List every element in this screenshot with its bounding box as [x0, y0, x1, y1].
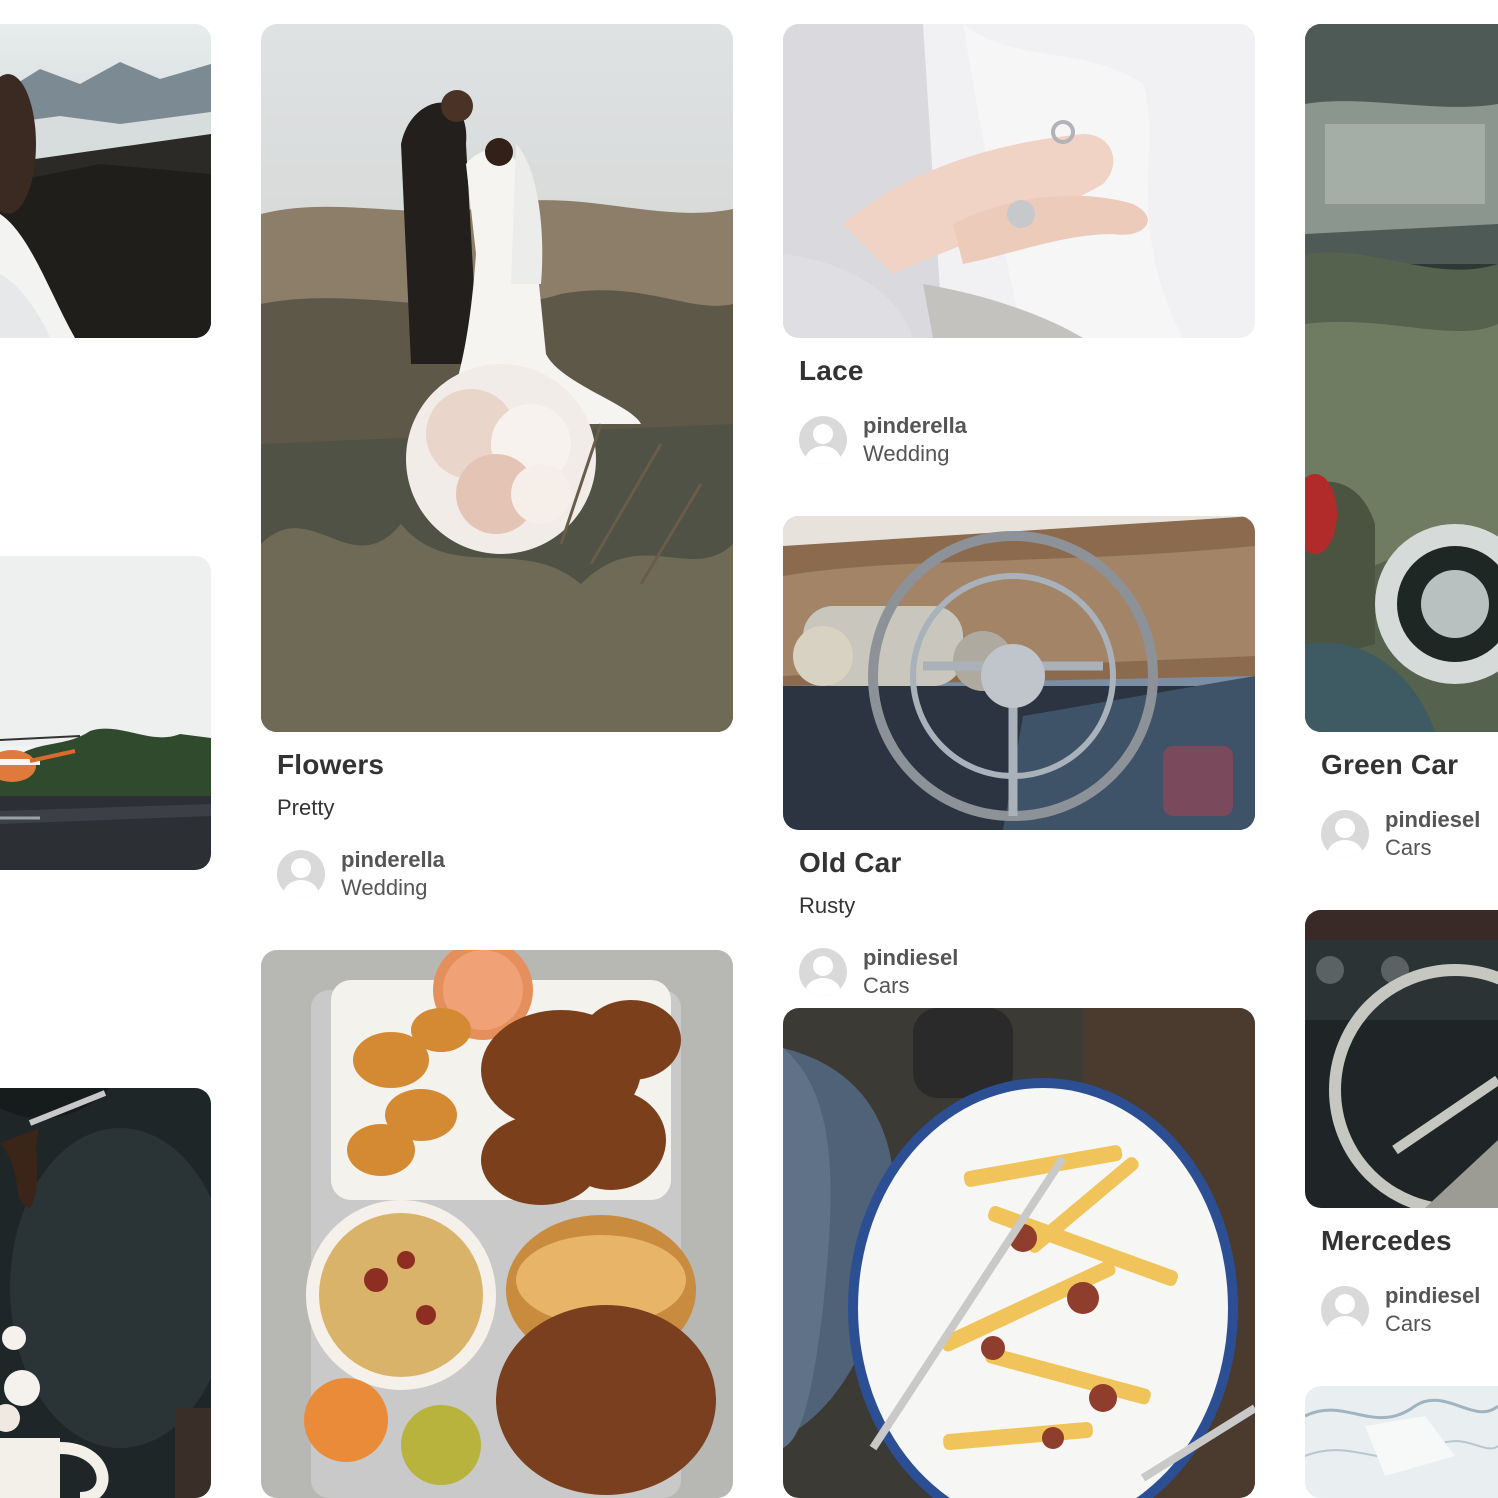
pin-description-flowers: Pretty — [277, 795, 335, 820]
pin-title-green-car[interactable]: Green Car — [1321, 749, 1458, 781]
pinner-board[interactable]: Wedding — [341, 874, 445, 902]
pin-title-old-car[interactable]: Old Car — [799, 847, 902, 879]
pin-grid: Flowers Pretty pinderella Wedding Lace p… — [0, 0, 1498, 1498]
pinner-name[interactable]: pindiesel — [1385, 806, 1480, 834]
pinner-name[interactable]: pindiesel — [1385, 1282, 1480, 1310]
pinner-board[interactable]: Cars — [863, 972, 958, 1000]
pinner-board[interactable]: Cars — [1385, 1310, 1480, 1338]
pin-image-helicopter[interactable] — [0, 556, 211, 870]
avatar-icon — [799, 416, 847, 464]
pin-title-lace[interactable]: Lace — [799, 355, 864, 387]
pinner-flowers[interactable]: pinderella Wedding — [277, 846, 445, 902]
pin-title-mercedes[interactable]: Mercedes — [1321, 1225, 1452, 1257]
pinner-name[interactable]: pinderella — [863, 412, 967, 440]
pinner-lace[interactable]: pinderella Wedding — [799, 412, 967, 468]
avatar-icon — [1321, 1286, 1369, 1334]
pinner-green-car[interactable]: pindiesel Cars — [1321, 806, 1480, 862]
pin-image-lace[interactable] — [783, 24, 1255, 338]
pin-image-marble[interactable] — [1305, 1386, 1498, 1498]
pin-image-old-car[interactable] — [783, 516, 1255, 830]
avatar-icon — [799, 948, 847, 996]
pinner-old-car[interactable]: pindiesel Cars — [799, 944, 958, 1000]
pin-image-green-car[interactable] — [1305, 24, 1498, 732]
pinner-board[interactable]: Cars — [1385, 834, 1480, 862]
pin-title-flowers[interactable]: Flowers — [277, 749, 384, 781]
pinner-board[interactable]: Wedding — [863, 440, 967, 468]
avatar-icon — [277, 850, 325, 898]
pin-image-flowers[interactable] — [261, 24, 733, 732]
pin-description-old-car: Rusty — [799, 893, 856, 918]
pinner-name[interactable]: pindiesel — [863, 944, 958, 972]
pinner-mercedes[interactable]: pindiesel Cars — [1321, 1282, 1480, 1338]
pin-image-mercedes[interactable] — [1305, 910, 1498, 1208]
pin-image-fried-chicken[interactable] — [261, 950, 733, 1498]
pin-image-wedding-mountain[interactable] — [0, 24, 211, 338]
pin-image-hot-chocolate[interactable] — [0, 1088, 211, 1498]
pinner-name[interactable]: pinderella — [341, 846, 445, 874]
avatar-icon — [1321, 810, 1369, 858]
pin-image-poutine[interactable] — [783, 1008, 1255, 1498]
